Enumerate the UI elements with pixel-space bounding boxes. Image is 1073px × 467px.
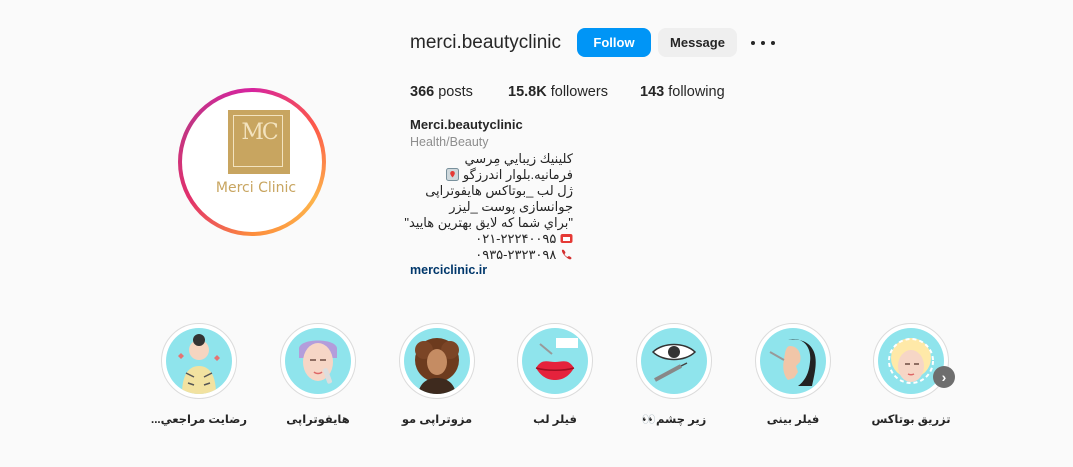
posts-count: 366 posts <box>410 84 473 100</box>
bio-line: جوانسازی پوست _لیزر <box>449 199 573 214</box>
phone-receiver-icon <box>561 249 572 260</box>
profile-username: merci.beautyclinic <box>410 32 561 53</box>
highlights-next-button[interactable]: › <box>933 366 955 388</box>
highlight-item[interactable]: فیلر لب <box>517 323 593 426</box>
eye-syringe-illustration-icon <box>641 328 707 394</box>
followers-link[interactable]: 15.8K followers <box>508 84 608 100</box>
profile-avatar[interactable]: MC Merci Clinic <box>178 88 326 236</box>
bio-line: فرمانیه.بلوار اندرزگو <box>446 167 573 183</box>
profile-full-name: Merci.beautyclinic <box>410 117 523 132</box>
following-link[interactable]: 143 following <box>640 84 725 100</box>
bio-line: "براي شما كه لايق بهترين هاييد" <box>404 215 573 230</box>
website-link[interactable]: merciclinic.ir <box>410 263 487 277</box>
follow-button[interactable]: Follow <box>577 28 651 57</box>
profile-category: Health/Beauty <box>410 135 489 149</box>
bio-line: ۰۲۱-۲۲۲۴۰۰۹۵ <box>475 231 573 247</box>
highlight-item[interactable]: مزوتراپی مو <box>399 323 475 426</box>
botox-face-illustration-icon <box>878 328 944 394</box>
highlight-item[interactable]: رضايت مراجعي... <box>151 323 247 426</box>
more-options-icon[interactable] <box>751 34 775 52</box>
telephone-icon <box>560 234 573 243</box>
highlight-item[interactable]: فیلر بینی <box>755 323 831 426</box>
hair-woman-illustration-icon <box>404 328 470 394</box>
message-button[interactable]: Message <box>658 28 737 57</box>
face-treatment-illustration-icon <box>285 328 351 394</box>
map-pin-icon <box>446 168 460 181</box>
bio-line: ژل لب _بوتاکس هایفوتراپی <box>425 183 573 198</box>
nose-profile-illustration-icon <box>760 328 826 394</box>
highlight-item[interactable]: تزریق بوتاکس <box>871 323 951 426</box>
highlight-item[interactable]: زیر چشم👀 <box>636 323 712 426</box>
clinic-logo: MC Merci Clinic <box>186 96 318 228</box>
patient-illustration-icon <box>166 328 232 394</box>
lips-illustration-icon <box>522 328 588 394</box>
bio-line: ۰۹۳۵-۲۳۲۳۰۹۸ <box>475 247 573 263</box>
bio-line: كلينيك زيبايي مِرسي <box>464 151 573 166</box>
highlight-item[interactable]: هايفوتراپی <box>280 323 356 426</box>
